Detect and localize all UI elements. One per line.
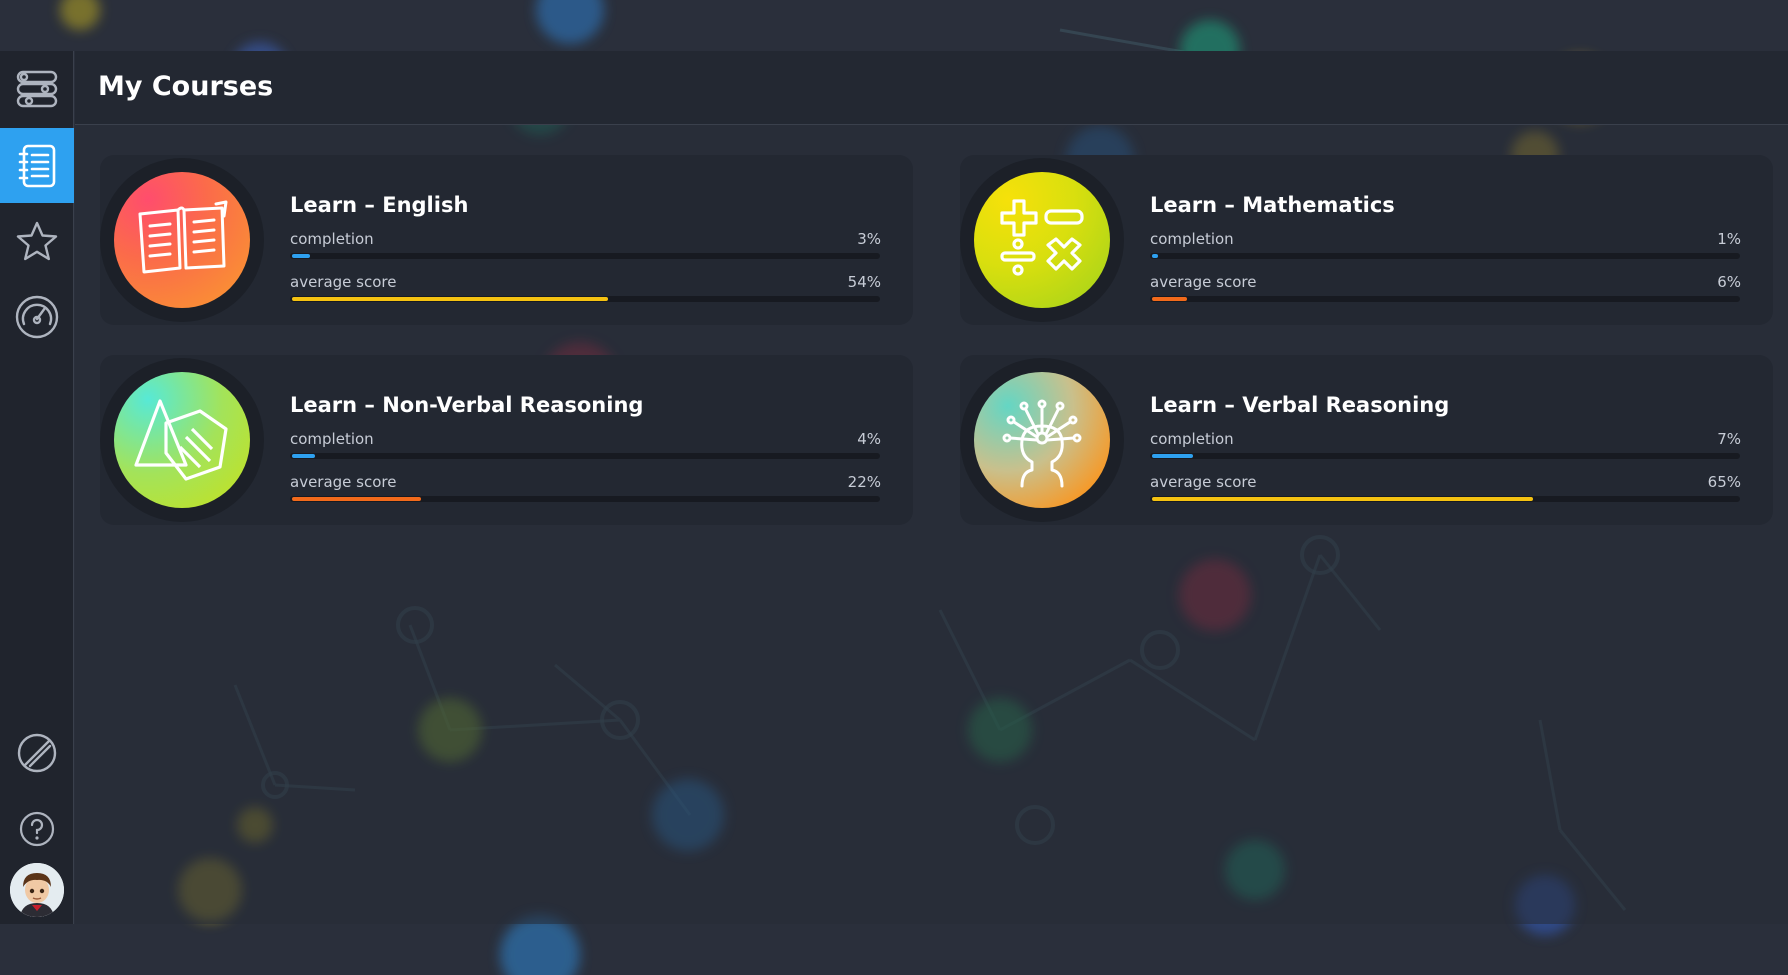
average-score-progress-track — [1150, 296, 1740, 302]
completion-label: completion — [290, 230, 374, 248]
completion-value: 3% — [857, 230, 881, 248]
head-ideas-icon — [1002, 399, 1082, 488]
average-score-value: 54% — [847, 273, 881, 291]
course-title: Learn – Mathematics — [1150, 193, 1395, 217]
course-badge — [114, 172, 250, 308]
sidebar — [0, 51, 74, 924]
course-title: Learn – Non-Verbal Reasoning — [290, 393, 644, 417]
average-score-progress-track — [290, 496, 880, 502]
speedometer-icon — [15, 295, 59, 338]
average-score-progress-fill — [292, 297, 608, 301]
nav-favourites[interactable] — [0, 203, 74, 278]
sliders-icon — [16, 70, 58, 107]
course-title: Learn – English — [290, 193, 469, 217]
completion-value: 1% — [1717, 230, 1741, 248]
course-badge-ring — [960, 358, 1124, 522]
notebook-list-icon — [18, 144, 56, 187]
avatar-image — [10, 863, 64, 917]
course-title: Learn – Verbal Reasoning — [1150, 393, 1450, 417]
average-score-progress-fill — [1152, 297, 1187, 301]
average-score-progress-fill — [1152, 497, 1533, 501]
course-card-verbal-reasoning[interactable]: Learn – Verbal Reasoning completion 7% a… — [960, 355, 1773, 525]
course-card-non-verbal-reasoning[interactable]: Learn – Non-Verbal Reasoning completion … — [100, 355, 913, 525]
nav-settings[interactable] — [0, 51, 74, 126]
average-score-value: 65% — [1707, 473, 1741, 491]
average-score-value: 22% — [847, 473, 881, 491]
completion-progress-fill — [1152, 254, 1158, 258]
completion-progress-fill — [292, 254, 310, 258]
course-badge — [974, 172, 1110, 308]
completion-progress-track — [1150, 453, 1740, 459]
nav-progress[interactable] — [0, 279, 74, 354]
completion-progress-fill — [1152, 454, 1193, 458]
completion-value: 4% — [857, 430, 881, 448]
course-badge — [114, 372, 250, 508]
completion-progress-track — [290, 453, 880, 459]
completion-label: completion — [1150, 430, 1234, 448]
nav-disabled-toggle[interactable] — [0, 715, 74, 790]
course-badge-ring — [100, 158, 264, 322]
math-operators-icon — [1000, 199, 1084, 276]
slash-circle-icon — [17, 733, 57, 772]
completion-label: completion — [1150, 230, 1234, 248]
star-icon — [16, 221, 58, 260]
course-badge — [974, 372, 1110, 508]
course-badge-ring — [960, 158, 1124, 322]
course-card-mathematics[interactable]: Learn – Mathematics completion 1% averag… — [960, 155, 1773, 325]
average-score-label: average score — [1150, 473, 1257, 491]
average-score-progress-track — [290, 296, 880, 302]
open-book-icon — [138, 200, 228, 274]
average-score-label: average score — [1150, 273, 1257, 291]
shapes-icon — [134, 399, 228, 481]
page-title: My Courses — [98, 71, 274, 102]
average-score-label: average score — [290, 273, 397, 291]
completion-value: 7% — [1717, 430, 1741, 448]
average-score-progress-fill — [292, 497, 421, 501]
completion-progress-track — [290, 253, 880, 259]
course-card-english[interactable]: Learn – English completion 3% average sc… — [100, 155, 913, 325]
course-badge-ring — [100, 358, 264, 522]
main-content: My Courses Learn – English completion 3%… — [75, 51, 1788, 924]
completion-progress-fill — [292, 454, 315, 458]
user-avatar[interactable] — [10, 863, 64, 917]
average-score-value: 6% — [1717, 273, 1741, 291]
completion-label: completion — [290, 430, 374, 448]
average-score-label: average score — [290, 473, 397, 491]
page-header: My Courses — [75, 51, 1788, 125]
help-icon — [19, 811, 55, 846]
nav-my-courses[interactable] — [0, 128, 74, 203]
completion-progress-track — [1150, 253, 1740, 259]
nav-help[interactable] — [0, 791, 74, 866]
average-score-progress-track — [1150, 496, 1740, 502]
